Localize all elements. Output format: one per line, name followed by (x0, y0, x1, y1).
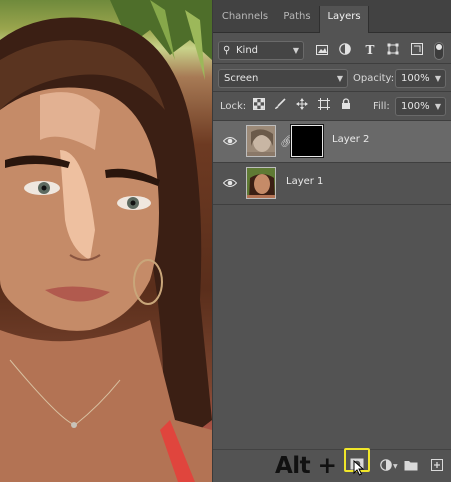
lock-row: Lock: Fill: 100% ▼ (213, 94, 451, 118)
layer-row-layer-2[interactable]: 🔗︎ Layer 2 (213, 121, 451, 163)
eye-icon[interactable] (222, 178, 238, 188)
layer-thumbnail[interactable] (246, 167, 276, 199)
chevron-down-icon: ▼ (434, 74, 441, 83)
blend-mode-dropdown[interactable]: Screen ▼ (218, 69, 348, 88)
chevron-down-icon: ▼ (434, 102, 441, 111)
fill-label: Fill: (373, 101, 390, 112)
adjustment-layer-icon[interactable] (379, 459, 393, 473)
fill-value: 100% (401, 101, 430, 112)
shape-filter-icon[interactable] (385, 43, 401, 59)
layers-panel: Channels Paths Layers ⚲ Kind ▼ T Screen (212, 0, 451, 482)
new-group-icon[interactable] (404, 459, 418, 473)
new-layer-icon[interactable] (430, 459, 444, 473)
filter-kind-dropdown[interactable]: ⚲ Kind ▼ (218, 41, 304, 60)
opacity-value: 100% (401, 73, 430, 84)
tab-layers[interactable]: Layers (319, 6, 369, 33)
document-canvas[interactable] (0, 0, 212, 482)
keyboard-hint-annotation: Alt + (275, 453, 337, 479)
layers-list: 🔗︎ Layer 2 Layer 1 (213, 121, 451, 447)
layer-mask-thumbnail[interactable] (290, 124, 324, 158)
image-filter-icon[interactable] (314, 43, 330, 59)
chevron-down-icon: ▼ (336, 74, 343, 83)
tab-paths[interactable]: Paths (275, 6, 319, 33)
layers-panel-footer: Alt + ▼ (213, 449, 451, 482)
smart-object-filter-icon[interactable] (409, 43, 425, 59)
opacity-label: Opacity: (353, 73, 395, 84)
opacity-field[interactable]: 100% ▼ (395, 69, 446, 88)
portrait-photo (0, 0, 212, 482)
lock-label: Lock: (220, 101, 247, 112)
layer-row-layer-1[interactable]: Layer 1 (213, 163, 451, 205)
lock-artboard-icon[interactable] (316, 98, 332, 114)
blend-mode-value: Screen (224, 73, 259, 84)
fill-field[interactable]: 100% ▼ (395, 97, 446, 116)
layer-name[interactable]: Layer 1 (286, 176, 323, 187)
layer-filter-row: ⚲ Kind ▼ T (213, 38, 451, 62)
chevron-down-icon: ▼ (292, 46, 299, 55)
lock-transparent-pixels-icon[interactable] (251, 98, 267, 114)
chevron-down-icon: ▼ (393, 463, 398, 470)
lock-position-icon[interactable] (294, 98, 310, 114)
eye-icon[interactable] (222, 136, 238, 146)
blend-row: Screen ▼ Opacity: 100% ▼ (213, 66, 451, 90)
tab-channels[interactable]: Channels (215, 6, 275, 33)
lock-image-pixels-icon[interactable] (272, 98, 288, 114)
adjustment-filter-icon[interactable] (337, 43, 353, 59)
mouse-cursor-icon (353, 459, 365, 479)
lock-all-icon[interactable] (338, 98, 354, 114)
divider (213, 63, 451, 64)
type-filter-icon[interactable]: T (362, 42, 378, 58)
filter-toggle-switch[interactable] (434, 42, 444, 60)
divider (213, 91, 451, 92)
layer-thumbnail[interactable] (246, 125, 276, 157)
panel-tab-bar: Channels Paths Layers (213, 0, 451, 33)
search-icon: ⚲ (223, 45, 231, 56)
filter-kind-label: Kind (236, 45, 259, 56)
layer-name[interactable]: Layer 2 (332, 134, 369, 145)
